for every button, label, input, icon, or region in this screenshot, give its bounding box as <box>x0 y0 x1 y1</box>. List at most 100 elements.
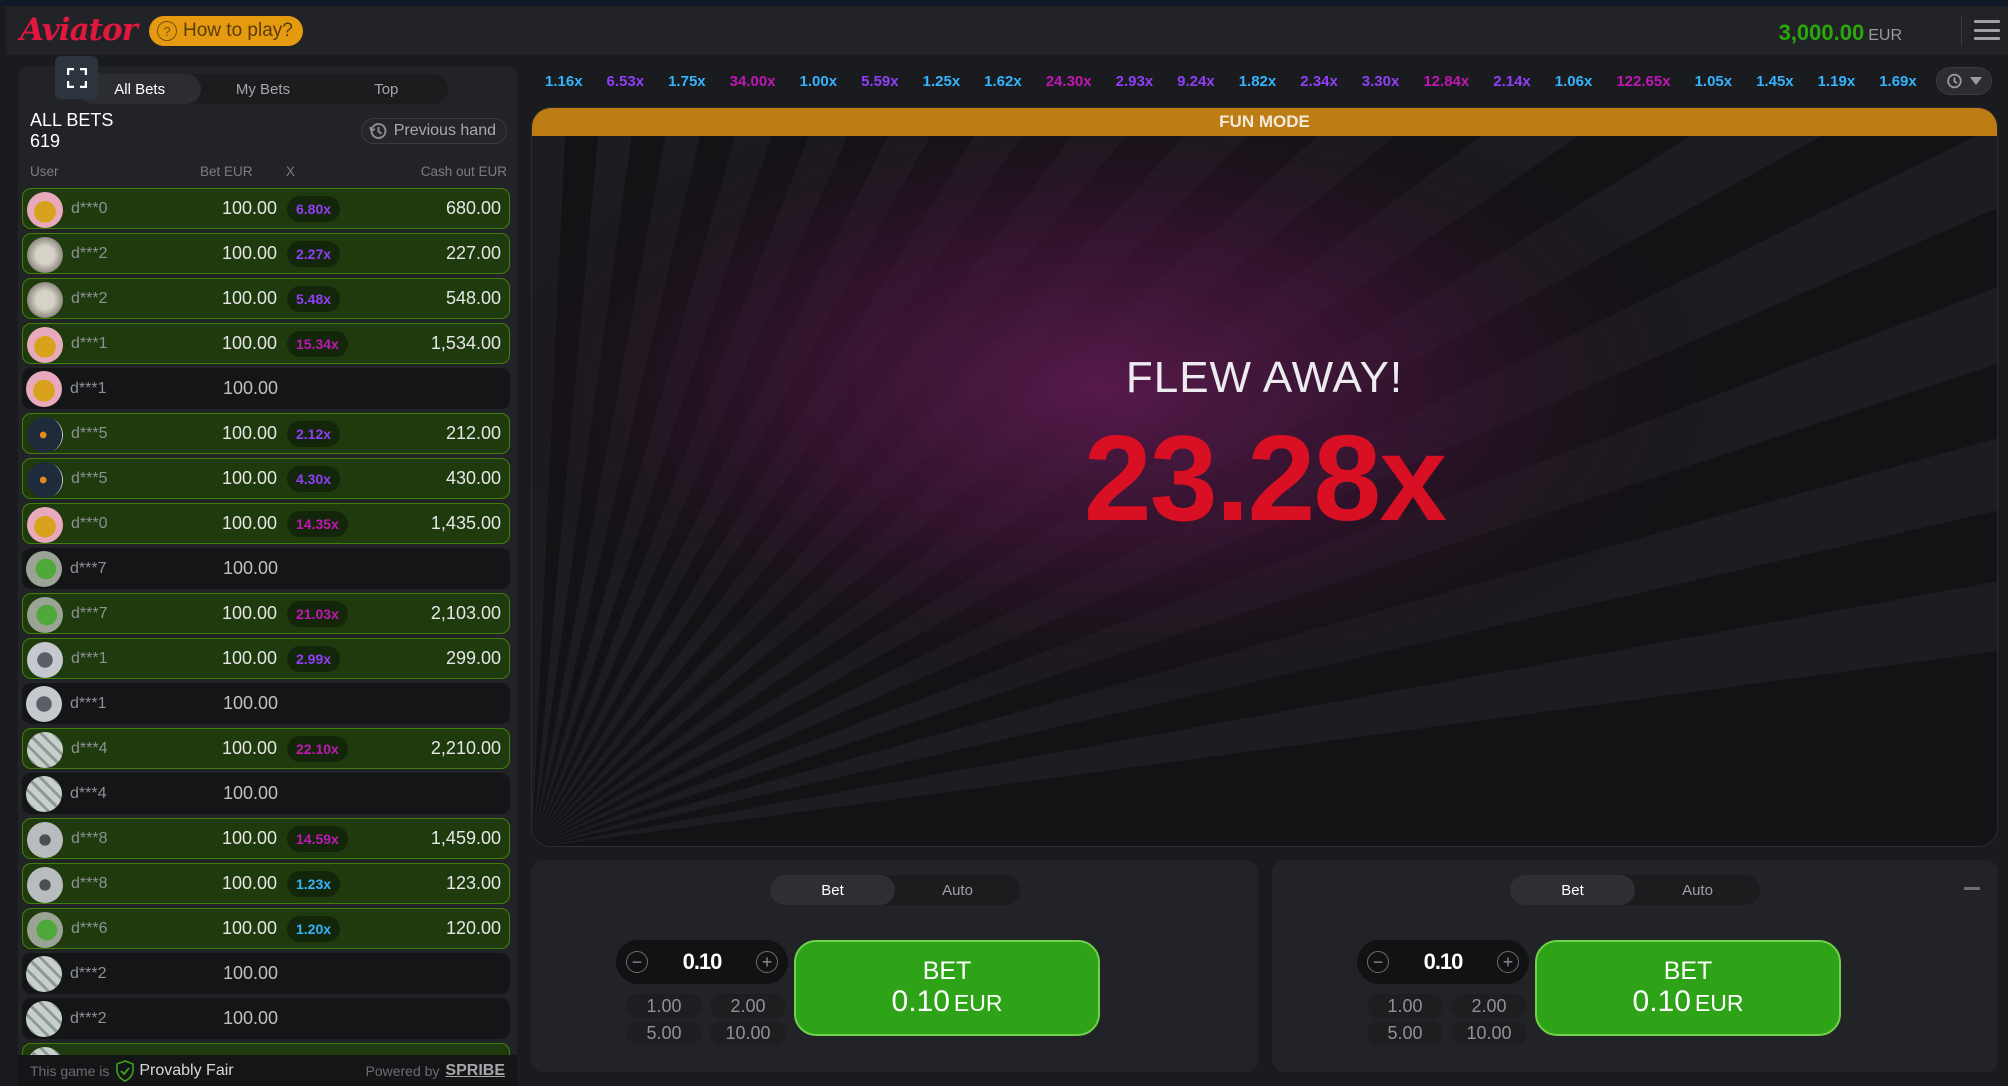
spribe-logo[interactable]: SPRIBE <box>445 1062 505 1080</box>
bet-row: d***7 100.00 21.03x 2,103.00 <box>22 593 510 634</box>
balance-currency: EUR <box>1868 27 1902 44</box>
bet-row: d***2 100.00 <box>22 953 510 994</box>
bets-panel: All Bets My Bets Top ALL BETS 619 Previo… <box>18 66 517 1086</box>
place-bet-button[interactable]: BET 0.10 EUR <box>794 940 1100 1036</box>
avatar <box>26 776 62 812</box>
bet-row: d***6 100.00 1.20x 120.00 <box>22 908 510 949</box>
history-multiplier[interactable]: 1.75x <box>654 73 716 90</box>
history-multiplier[interactable]: 12.84x <box>1409 73 1479 90</box>
bet-amount: 100.00 <box>221 738 277 758</box>
avatar <box>26 686 62 722</box>
history-multiplier[interactable]: 24.30x <box>1032 73 1102 90</box>
cashout-multiplier: 5.48x <box>287 285 341 312</box>
bet-button-amount: 0.10 <box>891 985 950 1019</box>
round-history-button[interactable] <box>1936 67 1992 95</box>
tab-my-bets[interactable]: My Bets <box>201 74 324 104</box>
quick-amount-10[interactable]: 10.00 <box>1451 1021 1527 1045</box>
plus-icon[interactable]: + <box>1496 951 1519 973</box>
history-multiplier[interactable]: 1.16x <box>531 73 593 90</box>
fullscreen-button[interactable] <box>55 56 98 99</box>
cashout-multiplier: 1.20x <box>287 915 341 942</box>
bet-user: d***2 <box>70 1009 107 1027</box>
provably-fair-link[interactable]: Provably Fair <box>139 1062 233 1080</box>
bet-row: d***1 100.00 2.99x 299.00 <box>22 638 510 679</box>
panel-footer: This game is Provably Fair Powered by SP… <box>18 1055 517 1086</box>
history-multiplier[interactable]: 9.24x <box>1163 73 1225 90</box>
hamburger-menu-icon[interactable] <box>1974 20 2000 40</box>
bet-panel-1: Bet Auto − 0.10 + 1.00 2.00 5.00 10.00 B… <box>531 860 1258 1072</box>
history-multiplier[interactable]: 1.69x <box>1865 73 1927 90</box>
cashout-amount: 212.00 <box>445 423 501 443</box>
bet-amount: 100.00 <box>222 1008 278 1028</box>
remove-bet-panel-button[interactable] <box>1964 887 1980 890</box>
avatar <box>27 507 63 543</box>
place-bet-button[interactable]: BET 0.10 EUR <box>1535 940 1841 1036</box>
previous-hand-button[interactable]: Previous hand <box>360 118 507 144</box>
bet-amount: 100.00 <box>221 423 277 443</box>
quick-amount-2[interactable]: 2.00 <box>1451 994 1527 1018</box>
bet-row: d***1 100.00 15.34x 1,534.00 <box>22 323 510 364</box>
cashout-multiplier: 15.34x <box>287 330 348 357</box>
history-multiplier[interactable]: 5.59x <box>847 73 909 90</box>
cashout-multiplier: 2.27x <box>287 240 341 267</box>
how-to-play-button[interactable]: ? How to play? <box>149 16 303 46</box>
bet-amount: 100.00 <box>222 783 278 803</box>
bet-amount: 100.00 <box>221 333 277 353</box>
bet-amount-input[interactable]: 0.10 <box>683 949 723 975</box>
bet-user: d***2 <box>71 244 108 262</box>
flew-away-label: FLEW AWAY! <box>1125 353 1404 402</box>
history-multiplier[interactable]: 2.14x <box>1479 73 1541 90</box>
bet-amount: 100.00 <box>222 693 278 713</box>
bets-list[interactable]: d***0 100.00 6.80x 680.00 d***2 100.00 2.27x 22… <box>22 188 510 1086</box>
history-multiplier[interactable]: 1.19x <box>1804 73 1866 90</box>
question-icon: ? <box>157 21 177 41</box>
aviator-app: Aviator ? How to play? 3,000.00 EUR All B… <box>0 0 2008 1086</box>
history-multiplier[interactable]: 2.34x <box>1286 73 1348 90</box>
avatar <box>27 462 63 498</box>
bet-row: d***2 100.00 2.27x 227.00 <box>22 233 510 274</box>
minus-icon[interactable]: − <box>1367 951 1389 973</box>
quick-amount-5[interactable]: 5.00 <box>1367 1021 1443 1045</box>
history-multiplier[interactable]: 1.62x <box>970 73 1032 90</box>
tab-top[interactable]: Top <box>325 74 448 104</box>
history-multiplier[interactable]: 1.06x <box>1541 73 1603 90</box>
history-multiplier[interactable]: 1.00x <box>786 73 848 90</box>
history-icon <box>368 123 387 139</box>
bet-user: d***6 <box>71 919 108 937</box>
bet-row: d***4 100.00 <box>22 773 510 814</box>
quick-amount-5[interactable]: 5.00 <box>626 1021 702 1045</box>
bet-amount: 100.00 <box>221 288 277 308</box>
avatar <box>27 282 63 318</box>
history-multiplier[interactable]: 1.45x <box>1742 73 1804 90</box>
tab-bet[interactable]: Bet <box>1510 875 1635 905</box>
bet-row: d***7 100.00 <box>22 548 510 589</box>
bets-tabs: All Bets My Bets Top <box>78 74 448 104</box>
history-multiplier[interactable]: 1.82x <box>1225 73 1287 90</box>
cashout-multiplier: 1.23x <box>287 870 341 897</box>
tab-auto[interactable]: Auto <box>895 875 1020 905</box>
tab-bet[interactable]: Bet <box>770 875 895 905</box>
plus-icon[interactable]: + <box>755 951 778 973</box>
bet-amount-input[interactable]: 0.10 <box>1424 949 1464 975</box>
history-multiplier[interactable]: 3.30x <box>1348 73 1410 90</box>
bet-button-currency: EUR <box>1694 990 1744 1017</box>
history-multiplier[interactable]: 1.25x <box>909 73 971 90</box>
history-multiplier[interactable]: 34.00x <box>716 73 786 90</box>
quick-amount-2[interactable]: 2.00 <box>710 994 786 1018</box>
history-multiplier[interactable]: 6.53x <box>593 73 655 90</box>
col-x: X <box>286 164 296 179</box>
history-multiplier[interactable]: 2.93x <box>1102 73 1164 90</box>
history-multiplier[interactable]: 1.05x <box>1681 73 1743 90</box>
history-multiplier[interactable]: 122.65x <box>1602 73 1680 90</box>
col-cashout: Cash out EUR <box>420 164 507 179</box>
bet-row: d***5 100.00 2.12x 212.00 <box>22 413 510 454</box>
avatar <box>27 822 63 858</box>
fun-mode-banner: FUN MODE <box>532 108 1997 136</box>
balance-amount: 3,000.00 <box>1778 20 1865 45</box>
minus-icon[interactable]: − <box>626 951 648 973</box>
quick-amount-1[interactable]: 1.00 <box>1367 994 1443 1018</box>
bet-amount: 100.00 <box>221 873 277 893</box>
quick-amount-10[interactable]: 10.00 <box>710 1021 786 1045</box>
quick-amount-1[interactable]: 1.00 <box>626 994 702 1018</box>
tab-auto[interactable]: Auto <box>1635 875 1760 905</box>
